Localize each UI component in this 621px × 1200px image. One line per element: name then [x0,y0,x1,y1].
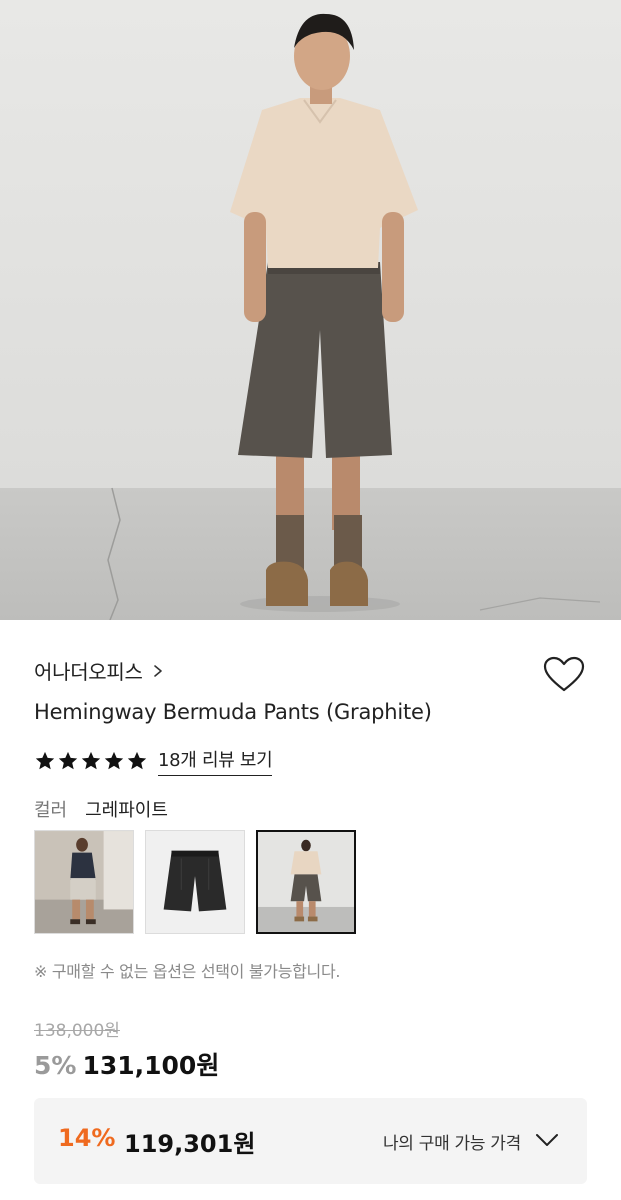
option-notice: ※ 구매할 수 없는 옵션은 선택이 불가능합니다. [34,962,341,981]
chevron-right-icon [153,664,162,677]
rating-stars [34,750,148,772]
price-row: 5% 131,100원 [34,1046,219,1082]
rating-row: 18개 리뷰 보기 [34,746,273,776]
review-link[interactable]: 18개 리뷰 보기 [158,746,273,776]
best-price-panel[interactable]: 14% 119,301원 나의 구매 가능 가격 [34,1098,587,1184]
sale-price: 131,100원 [82,1051,220,1080]
swatch-thumbnail [35,831,133,933]
product-photo-illustration [0,0,621,620]
brand-name[interactable]: 어나더오피스 [34,656,143,685]
brand-link[interactable]: 어나더오피스 [34,656,165,685]
best-price-label: 나의 구매 가능 가격 [382,1134,521,1154]
chevron-down-icon[interactable] [535,1131,559,1149]
product-info-section: 어나더오피스 Hemingway Bermuda Pants (Graphite… [0,620,621,1200]
star-filled-icon [35,751,55,770]
discount-rate: 5% [34,1051,77,1080]
star-filled-icon [81,751,101,770]
star-filled-icon [127,751,147,770]
color-row: 컬러 그레파이트 [34,796,168,822]
original-price: 138,000원 [34,1021,120,1041]
color-swatch-2[interactable] [145,830,245,934]
product-title: Hemingway Bermuda Pants (Graphite) [34,700,432,724]
best-price: 119,301원 [124,1130,256,1158]
color-label: 컬러 [34,800,68,821]
star-filled-icon [58,751,78,770]
best-discount-rate: 14% [58,1124,116,1152]
star-filled-icon [104,751,124,770]
color-swatch-3-selected[interactable] [256,830,356,934]
color-swatch-1[interactable] [34,830,134,934]
swatch-thumbnail [146,831,244,933]
product-main-image[interactable] [0,0,621,620]
swatch-thumbnail [258,832,354,932]
color-swatches [34,830,356,934]
color-value: 그레파이트 [85,800,168,821]
heart-outline-icon[interactable] [543,656,585,694]
